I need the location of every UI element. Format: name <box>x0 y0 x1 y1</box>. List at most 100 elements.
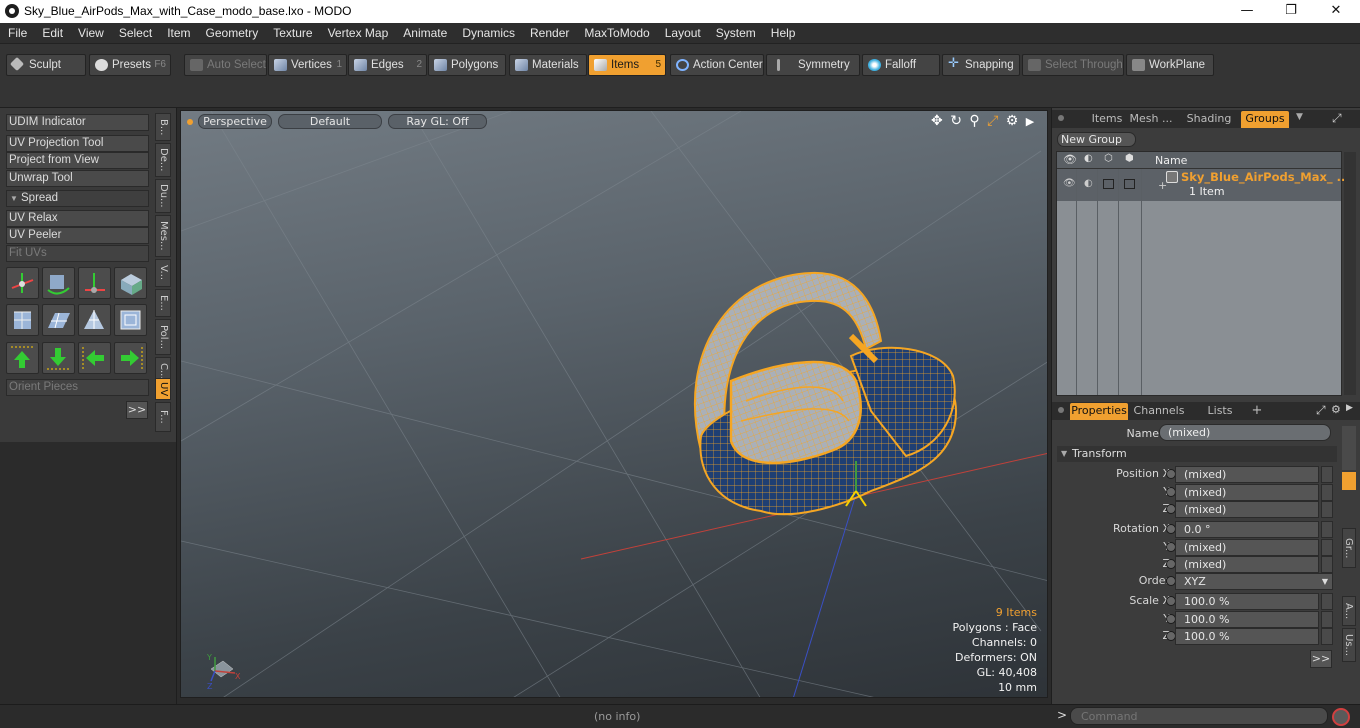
materials-button[interactable]: Materials <box>509 54 587 76</box>
command-input[interactable] <box>1070 707 1328 725</box>
menu-render[interactable]: Render <box>522 23 576 44</box>
items-button[interactable]: Items 5 <box>588 54 666 76</box>
panel-settings-icon[interactable]: ⚙ <box>1331 403 1341 416</box>
uv-rotate-icon[interactable] <box>42 267 75 299</box>
vtab-edge[interactable]: E... <box>155 289 171 317</box>
unwrap-tool-button[interactable]: Unwrap Tool <box>6 170 149 187</box>
uv-scale-icon[interactable] <box>78 267 111 299</box>
tab-lists[interactable]: Lists <box>1194 403 1246 420</box>
arrow-up-icon[interactable] <box>6 342 39 374</box>
3d-viewport[interactable]: Perspective Default Ray GL: Off ✥ ↻ ⚲ ⤢ … <box>180 110 1048 698</box>
default-shading-dropdown[interactable]: Default <box>278 114 382 129</box>
scale-x-field[interactable]: 100.0 % <box>1175 593 1319 610</box>
menu-system[interactable]: System <box>708 23 763 44</box>
menu-animate[interactable]: Animate <box>395 23 454 44</box>
menu-texture[interactable]: Texture <box>265 23 319 44</box>
vtab-fusion[interactable]: F... <box>155 402 171 432</box>
order-dropdown[interactable]: XYZ ▼ <box>1175 573 1333 590</box>
position-x-spinner[interactable] <box>1321 466 1333 483</box>
menu-vertex-map[interactable]: Vertex Map <box>320 23 396 44</box>
position-z-spinner[interactable] <box>1321 501 1333 518</box>
side-tab-groups[interactable]: Gr... <box>1342 528 1356 568</box>
properties-more-button[interactable]: >> <box>1310 650 1332 668</box>
presets-button[interactable]: Presets F6 <box>89 54 171 76</box>
lock-icon[interactable]: ⬡ <box>1104 153 1113 164</box>
group-row[interactable]: 👁 ◐ + Sky_Blue_AirPods_Max_ ... 1 Item <box>1057 169 1350 201</box>
vtab-mesh[interactable]: Mes... <box>155 215 171 257</box>
transform-section[interactable]: ▼ Transform <box>1057 446 1337 462</box>
menu-help[interactable]: Help <box>763 23 803 44</box>
uv-grid-icon[interactable] <box>42 304 75 336</box>
tab-properties[interactable]: Properties <box>1070 403 1128 420</box>
action-center-button[interactable]: Action Center <box>670 54 764 76</box>
vertices-button[interactable]: Vertices 1 <box>268 54 347 76</box>
row-select-checkbox[interactable] <box>1124 179 1135 189</box>
falloff-button[interactable]: Falloff <box>862 54 940 76</box>
uv-cube-icon[interactable] <box>114 267 147 299</box>
maximize-button[interactable]: ❐ <box>1268 0 1314 23</box>
auto-select-button[interactable]: Auto Select <box>184 54 267 76</box>
close-button[interactable]: ✕ <box>1313 0 1359 23</box>
eye-icon[interactable]: 👁 <box>1063 153 1077 166</box>
select-icon[interactable]: ⬢ <box>1125 153 1134 164</box>
rotation-z-field[interactable]: (mixed) <box>1175 556 1319 573</box>
polygons-button[interactable]: Polygons <box>428 54 506 76</box>
rotate-view-icon[interactable]: ↻ <box>950 113 962 129</box>
expand-panel-icon-2[interactable]: ⤢ <box>1316 403 1326 418</box>
symmetry-button[interactable]: Symmetry <box>766 54 860 76</box>
panel-arrow-icon[interactable]: ▶ <box>1346 403 1353 413</box>
vtab-vertex[interactable]: V... <box>155 259 171 287</box>
uv-relax-button[interactable]: UV Relax <box>6 210 149 227</box>
menu-maxtomodo[interactable]: MaxToModo <box>576 23 656 44</box>
row-lock-checkbox[interactable] <box>1103 179 1114 189</box>
menu-dynamics[interactable]: Dynamics <box>454 23 522 44</box>
vtab-deform[interactable]: De... <box>155 143 171 177</box>
scale-x-spinner[interactable] <box>1321 593 1333 610</box>
edges-button[interactable]: Edges 2 <box>348 54 427 76</box>
select-through-button[interactable]: Select Through <box>1022 54 1124 76</box>
tabs-dropdown-icon[interactable]: ▼ <box>1296 112 1303 122</box>
side-tab-a[interactable]: A... <box>1342 596 1356 626</box>
uv-cylinder-icon[interactable] <box>6 304 39 336</box>
vtab-polygon[interactable]: Pol... <box>155 319 171 355</box>
arrow-right-icon[interactable] <box>114 342 147 374</box>
uv-transform-icon[interactable] <box>6 267 39 299</box>
spread-section[interactable]: ▼ Spread <box>6 190 149 207</box>
menu-select[interactable]: Select <box>111 23 159 44</box>
tab-mesh[interactable]: Mesh ... <box>1126 111 1176 128</box>
name-field[interactable]: (mixed) <box>1159 424 1331 441</box>
project-from-view-button[interactable]: Project from View <box>6 152 149 169</box>
perspective-dropdown[interactable]: Perspective <box>198 114 272 129</box>
zoom-view-icon[interactable]: ⚲ <box>969 113 979 129</box>
fit-uvs-button[interactable]: Fit UVs <box>6 245 149 262</box>
uv-peeler-button[interactable]: UV Peeler <box>6 227 149 244</box>
rotation-y-field[interactable]: (mixed) <box>1175 539 1319 556</box>
rotation-x-spinner[interactable] <box>1321 521 1333 538</box>
tab-groups[interactable]: Groups <box>1241 111 1289 128</box>
arrow-left-icon[interactable] <box>78 342 111 374</box>
side-tab-active[interactable] <box>1342 472 1356 490</box>
fit-view-icon[interactable]: ⤢ <box>987 113 998 129</box>
menu-file[interactable]: File <box>0 23 34 44</box>
airpods-max-model[interactable] <box>671 261 971 531</box>
sculpt-button[interactable]: Sculpt <box>6 54 86 76</box>
scale-z-spinner[interactable] <box>1321 628 1333 645</box>
arrow-down-icon[interactable] <box>42 342 75 374</box>
rotation-x-field[interactable]: 0.0 ° <box>1175 521 1319 538</box>
expand-panel-icon[interactable]: ⤢ <box>1332 111 1342 126</box>
viewport-more-icon[interactable]: ▶ <box>1026 115 1034 128</box>
record-icon[interactable] <box>1332 708 1350 726</box>
menu-item[interactable]: Item <box>159 23 197 44</box>
raygl-toggle[interactable]: Ray GL: Off <box>388 114 487 129</box>
workplane-button[interactable]: WorkPlane <box>1126 54 1214 76</box>
position-y-field[interactable]: (mixed) <box>1175 484 1319 501</box>
position-z-field[interactable]: (mixed) <box>1175 501 1319 518</box>
new-group-button[interactable]: New Group <box>1057 132 1136 147</box>
vtab-basic[interactable]: B... <box>155 113 171 141</box>
tab-shading[interactable]: Shading <box>1182 111 1236 128</box>
menu-geometry[interactable]: Geometry <box>198 23 266 44</box>
menu-view[interactable]: View <box>70 23 111 44</box>
menu-layout[interactable]: Layout <box>657 23 708 44</box>
uv-pyramid-icon[interactable] <box>78 304 111 336</box>
rotation-z-spinner[interactable] <box>1321 556 1333 573</box>
